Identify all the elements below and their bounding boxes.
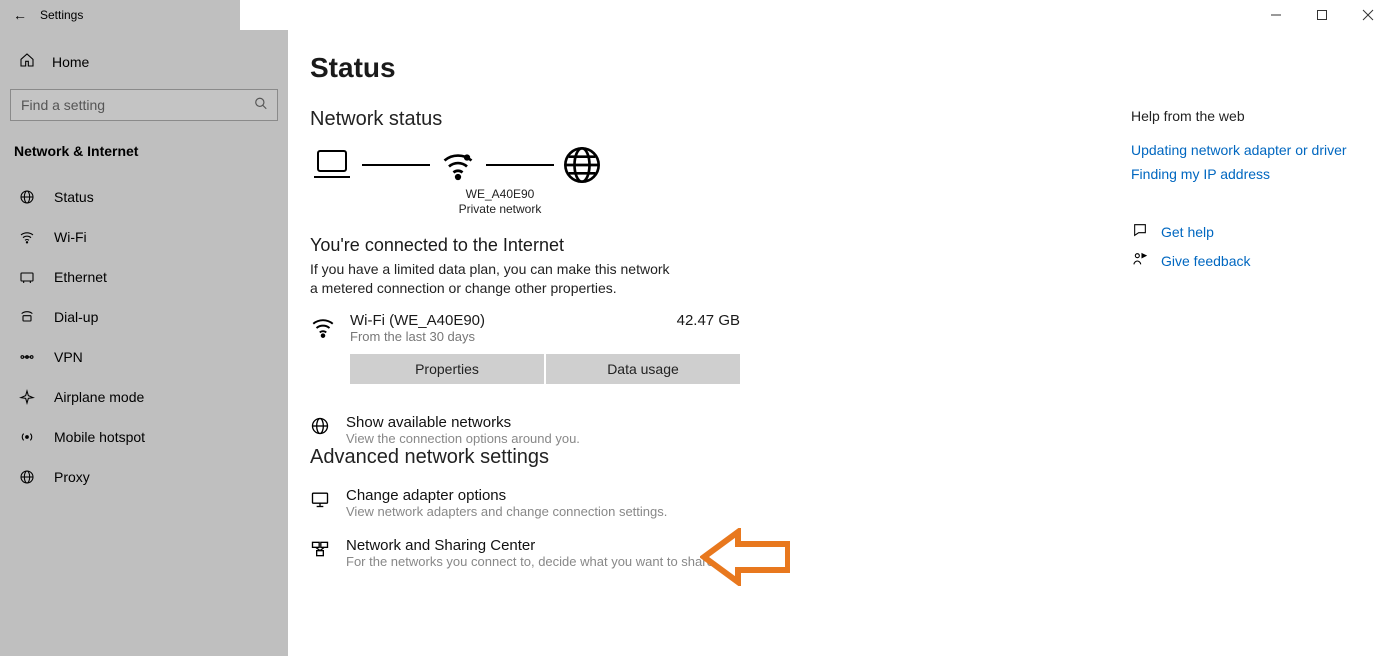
sidebar-item-label: Wi-Fi <box>54 229 87 245</box>
feedback-icon <box>1131 251 1149 270</box>
window-title: Settings <box>40 8 240 22</box>
network-status-heading: Network status <box>310 108 1110 131</box>
help-link-find-ip[interactable]: Finding my IP address <box>1131 166 1361 182</box>
ethernet-icon <box>18 269 36 285</box>
proxy-icon <box>18 469 36 485</box>
back-arrow-icon: ← <box>13 7 27 23</box>
connected-description: If you have a limited data plan, you can… <box>310 260 670 298</box>
sidebar-item-status[interactable]: Status <box>0 177 288 217</box>
help-pane: Help from the web Updating network adapt… <box>1131 52 1361 656</box>
diagram-net-type: Private network <box>350 202 650 217</box>
give-feedback-link[interactable]: Give feedback <box>1131 251 1361 270</box>
network-diagram <box>310 145 1110 185</box>
sidebar-item-label: Mobile hotspot <box>54 429 145 445</box>
window-controls <box>1253 0 1391 30</box>
give-feedback-label: Give feedback <box>1161 253 1251 269</box>
sharing-center-desc: For the networks you connect to, decide … <box>346 554 717 569</box>
sharing-center-icon <box>310 537 332 569</box>
sidebar-item-label: Ethernet <box>54 269 107 285</box>
sidebar-item-vpn[interactable]: VPN <box>0 337 288 377</box>
sidebar-item-label: Status <box>54 189 94 205</box>
airplane-icon <box>18 389 36 405</box>
wifi-diagram-icon <box>438 147 478 183</box>
sidebar-item-hotspot[interactable]: Mobile hotspot <box>0 417 288 457</box>
sidebar-nav-list: Status Wi-Fi Ethernet Dial-up <box>0 177 288 497</box>
sidebar-section-label: Network & Internet <box>0 135 288 169</box>
show-available-title: Show available networks <box>346 414 580 431</box>
titlebar: ← Settings <box>0 0 1391 30</box>
sidebar-item-proxy[interactable]: Proxy <box>0 457 288 497</box>
sharing-center-title: Network and Sharing Center <box>346 537 717 554</box>
network-sharing-center[interactable]: Network and Sharing Center For the netwo… <box>310 537 1110 569</box>
back-button[interactable]: ← <box>0 7 40 23</box>
help-link-update-adapter[interactable]: Updating network adapter or driver <box>1131 142 1361 158</box>
connected-heading: You're connected to the Internet <box>310 235 1110 256</box>
dialup-icon <box>18 309 36 325</box>
sidebar-item-wifi[interactable]: Wi-Fi <box>0 217 288 257</box>
sidebar-item-label: Dial-up <box>54 309 98 325</box>
globe-icon <box>562 145 602 185</box>
sidebar: Home Network & Internet Status Wi-Fi <box>0 30 288 656</box>
main-area: Status Network status WE_A40E90 Private … <box>288 30 1391 656</box>
properties-button[interactable]: Properties <box>350 354 544 384</box>
diagram-ssid: WE_A40E90 <box>350 187 650 202</box>
help-heading: Help from the web <box>1131 108 1361 124</box>
minimize-button[interactable] <box>1253 0 1299 30</box>
page-title: Status <box>310 52 1110 84</box>
change-adapter-title: Change adapter options <box>346 487 667 504</box>
maximize-icon <box>1316 9 1328 21</box>
connection-usage: 42.47 GB <box>677 312 740 329</box>
search-input[interactable] <box>10 89 278 121</box>
get-help-label: Get help <box>1161 224 1214 240</box>
maximize-button[interactable] <box>1299 0 1345 30</box>
sidebar-home[interactable]: Home <box>0 44 288 89</box>
show-available-networks[interactable]: Show available networks View the connect… <box>310 414 1110 446</box>
connection-wifi-icon <box>310 312 336 343</box>
connection-card: Wi-Fi (WE_A40E90) 42.47 GB From the last… <box>310 312 710 384</box>
home-icon <box>18 52 36 71</box>
titlebar-spacer <box>240 0 1253 30</box>
sidebar-item-label: VPN <box>54 349 83 365</box>
diagram-line <box>486 164 554 166</box>
sidebar-item-label: Airplane mode <box>54 389 144 405</box>
change-adapter-desc: View network adapters and change connect… <box>346 504 667 519</box>
sidebar-item-dialup[interactable]: Dial-up <box>0 297 288 337</box>
sidebar-item-airplane[interactable]: Airplane mode <box>0 377 288 417</box>
diagram-line <box>362 164 430 166</box>
change-adapter-options[interactable]: Change adapter options View network adap… <box>310 487 1110 519</box>
vpn-icon <box>18 349 36 365</box>
diagram-caption: WE_A40E90 Private network <box>350 187 650 217</box>
close-button[interactable] <box>1345 0 1391 30</box>
sidebar-item-label: Proxy <box>54 469 90 485</box>
minimize-icon <box>1270 9 1282 21</box>
content-column: Status Network status WE_A40E90 Private … <box>310 52 1110 656</box>
search-container <box>10 89 278 121</box>
help-chat-icon <box>1131 222 1149 241</box>
advanced-settings-heading: Advanced network settings <box>310 446 1110 469</box>
close-icon <box>1362 9 1374 21</box>
connection-period: From the last 30 days <box>350 329 740 344</box>
status-icon <box>18 189 36 205</box>
get-help-link[interactable]: Get help <box>1131 222 1361 241</box>
show-available-desc: View the connection options around you. <box>346 431 580 446</box>
data-usage-button[interactable]: Data usage <box>546 354 740 384</box>
sidebar-home-label: Home <box>52 54 89 70</box>
wifi-icon <box>18 229 36 245</box>
globe-small-icon <box>310 414 332 446</box>
sidebar-item-ethernet[interactable]: Ethernet <box>0 257 288 297</box>
hotspot-icon <box>18 429 36 445</box>
adapter-icon <box>310 487 332 519</box>
connection-name: Wi-Fi (WE_A40E90) <box>350 312 485 329</box>
laptop-icon <box>310 147 354 183</box>
